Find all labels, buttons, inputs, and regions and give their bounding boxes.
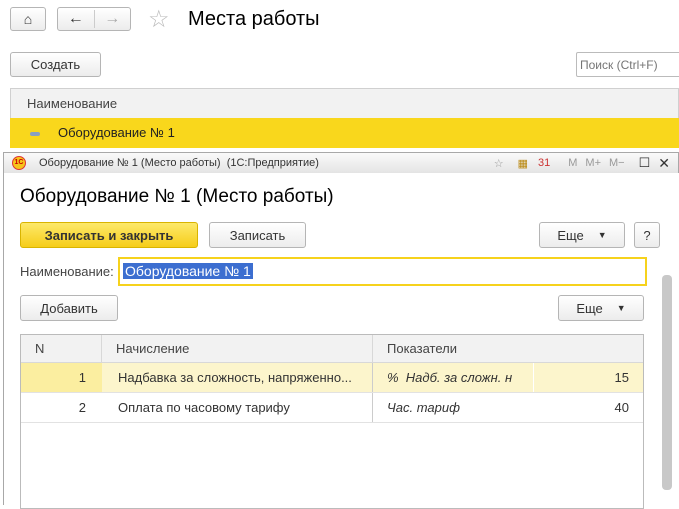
memory-m-button[interactable]: M [568, 157, 577, 169]
page-title: Места работы [188, 8, 320, 30]
cell-indicator: Час. тариф [387, 400, 460, 415]
memory-minus-button[interactable]: M− [609, 157, 625, 169]
more-button[interactable]: Еще ▼ [539, 222, 625, 248]
name-input[interactable]: Оборудование № 1 [118, 257, 647, 286]
calculator-icon[interactable]: ▦ [518, 157, 528, 170]
forward-button[interactable]: → [95, 10, 131, 28]
item-minus-icon [30, 131, 40, 136]
favorite-star-icon[interactable]: ☆ [148, 5, 170, 34]
cell-indicator: % Надб. за сложн. н [373, 363, 534, 392]
memory-plus-button[interactable]: M+ [585, 157, 601, 169]
dropdown-arrow-icon: ▼ [597, 230, 607, 240]
close-icon[interactable]: ✕ [658, 155, 670, 172]
save-button[interactable]: Записать [209, 222, 306, 248]
help-button[interactable]: ? [634, 222, 660, 248]
list-header: Наименование [10, 88, 679, 118]
cell-accrual: Оплата по часовому тарифу [102, 393, 373, 422]
table-row[interactable]: 2 Оплата по часовому тарифу Час. тариф 4… [21, 393, 643, 423]
1c-logo-icon: 1C [12, 156, 26, 170]
list-row[interactable]: Оборудование № 1 [10, 118, 679, 148]
accruals-table: N Начисление Показатели 1 Надбавка за сл… [20, 334, 644, 509]
cell-accrual: Надбавка за сложность, напряженно... [102, 363, 373, 392]
window-titlebar: 1C Оборудование № 1 (Место работы) (1С:П… [3, 152, 679, 174]
add-button[interactable]: Добавить [20, 295, 118, 321]
nav-group: ← → [57, 7, 131, 31]
table-row[interactable]: 1 Надбавка за сложность, напряженно... %… [21, 363, 643, 393]
cell-n: 2 [78, 400, 86, 415]
calendar-icon[interactable]: 31 [538, 157, 550, 169]
table-header: N Начисление Показатели [21, 335, 643, 363]
cell-value: 40 [614, 400, 629, 415]
header-indicators[interactable]: Показатели [373, 335, 643, 363]
cell-n: 1 [21, 363, 102, 392]
dropdown-arrow-icon: ▼ [616, 303, 626, 313]
maximize-icon[interactable]: ☐ [639, 155, 651, 171]
save-and-close-button[interactable]: Записать и закрыть [20, 222, 198, 248]
header-accrual[interactable]: Начисление [102, 335, 373, 363]
form-heading: Оборудование № 1 (Место работы) [20, 186, 334, 207]
more-label: Еще [557, 227, 584, 243]
name-label: Наименование: [20, 264, 114, 279]
form-scrollbar[interactable] [662, 275, 672, 490]
table-more-label: Еще [576, 300, 603, 316]
search-input[interactable] [576, 52, 679, 77]
name-input-value: Оборудование № 1 [123, 263, 253, 279]
cell-value: 15 [614, 370, 629, 385]
table-more-button[interactable]: Еще ▼ [558, 295, 644, 321]
list-row-name: Оборудование № 1 [58, 125, 175, 140]
header-n[interactable]: N [21, 335, 102, 363]
column-name: Наименование [27, 96, 118, 111]
window-title: Оборудование № 1 (Место работы) (1С:Пред… [39, 157, 319, 169]
bookmark-icon[interactable]: ☆ [494, 157, 504, 170]
create-button[interactable]: Создать [10, 52, 101, 77]
home-button[interactable]: ⌂ [10, 7, 46, 31]
back-button[interactable]: ← [58, 10, 95, 28]
